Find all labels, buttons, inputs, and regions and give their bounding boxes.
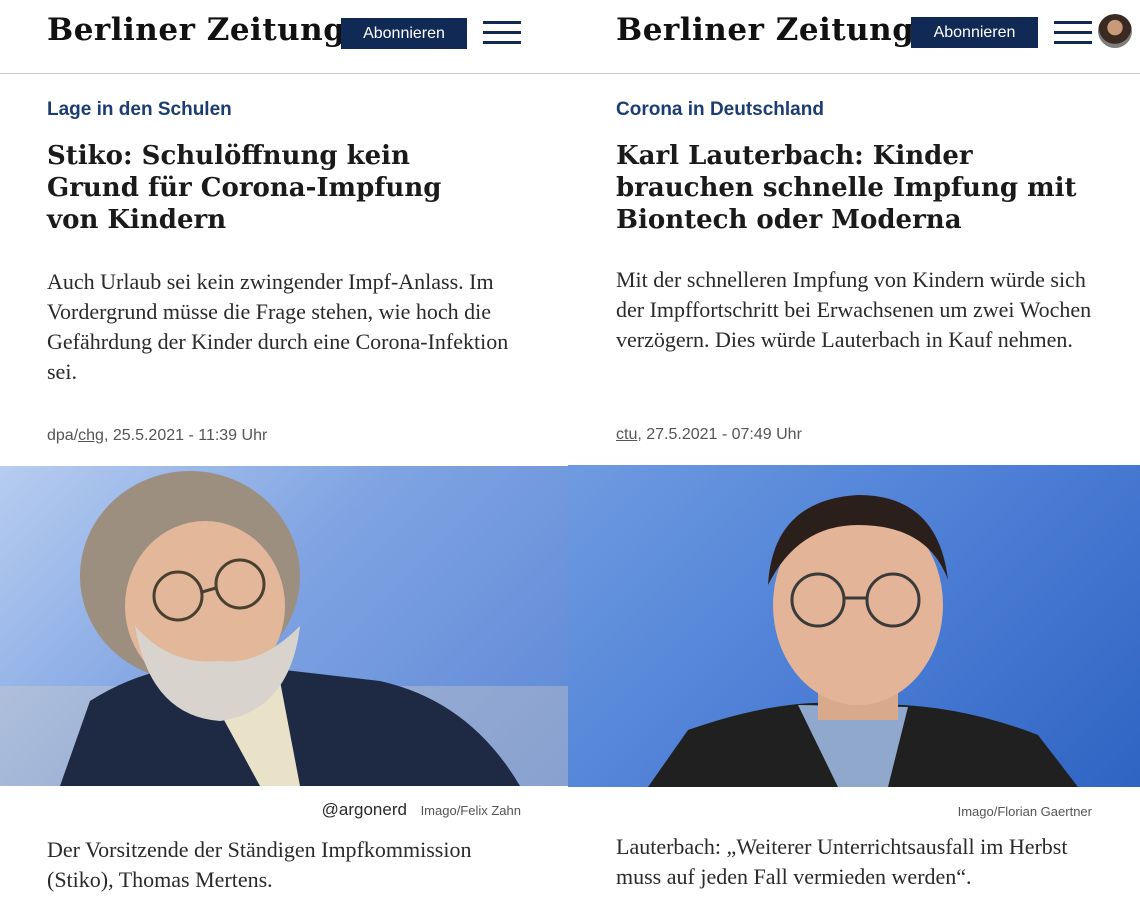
article-kicker[interactable]: Lage in den Schulen — [47, 99, 232, 121]
subscribe-button[interactable]: Abonnieren — [341, 18, 467, 49]
menu-line — [1054, 21, 1092, 24]
photo-credit: Imago/Florian Gaertner — [957, 804, 1092, 819]
article-headline[interactable]: Karl Lauterbach: Kinder brauchen schnell… — [616, 140, 1086, 236]
site-header: Berliner Zeitung Abonnieren — [0, 0, 568, 74]
photo-caption: Der Vorsitzende der Ständigen Impfkommis… — [47, 837, 472, 892]
portrait-illustration — [648, 495, 1078, 787]
article-photo — [568, 465, 1140, 787]
article-photo — [0, 466, 568, 786]
menu-line — [483, 21, 521, 24]
author-link[interactable]: chg — [78, 427, 104, 444]
article-teaser: Auch Urlaub sei kein zwingender Impf-Anl… — [47, 269, 509, 384]
article-teaser: Mit der schnelleren Impfung von Kindern … — [616, 267, 1092, 352]
site-logo[interactable]: Berliner Zeitung — [47, 12, 345, 48]
user-avatar[interactable] — [1098, 14, 1132, 48]
article-meta: ctu, 27.5.2021 - 07:49 Uhr — [616, 426, 802, 444]
author-link[interactable]: ctu — [616, 426, 637, 443]
hamburger-menu-icon[interactable] — [1054, 21, 1092, 45]
article-panel-right: Berliner Zeitung Abonnieren Corona in De… — [568, 0, 1140, 920]
meta-prefix: dpa/ — [47, 427, 79, 444]
menu-line — [483, 31, 521, 34]
photo-caption: Lauterbach: „Weiterer Unterrichtsausfall… — [616, 834, 1068, 889]
site-logo[interactable]: Berliner Zeitung — [616, 12, 914, 48]
subscribe-button[interactable]: Abonnieren — [911, 17, 1038, 48]
photo-credit-row: @argonerd Imago/Felix Zahn — [322, 800, 521, 820]
photo-credit: Imago/Felix Zahn — [420, 803, 521, 818]
portrait-illustration — [0, 471, 568, 786]
meta-date: , 25.5.2021 - 11:39 Uhr — [103, 427, 268, 444]
article-headline[interactable]: Stiko: Schulöffnung kein Grund für Coron… — [47, 140, 467, 236]
photo-credit-row: Imago/Florian Gaertner — [958, 804, 1092, 819]
hamburger-menu-icon[interactable] — [483, 21, 521, 45]
meta-date: , 27.5.2021 - 07:49 Uhr — [637, 426, 802, 443]
site-header: Berliner Zeitung Abonnieren — [568, 0, 1140, 74]
article-panel-left: Berliner Zeitung Abonnieren Lage in den … — [0, 0, 568, 920]
article-kicker[interactable]: Corona in Deutschland — [616, 99, 824, 121]
menu-line — [483, 41, 521, 44]
menu-line — [1054, 31, 1092, 34]
article-meta: dpa/chg, 25.5.2021 - 11:39 Uhr — [47, 427, 267, 445]
watermark-handle: @argonerd — [321, 800, 407, 819]
menu-line — [1054, 41, 1092, 44]
